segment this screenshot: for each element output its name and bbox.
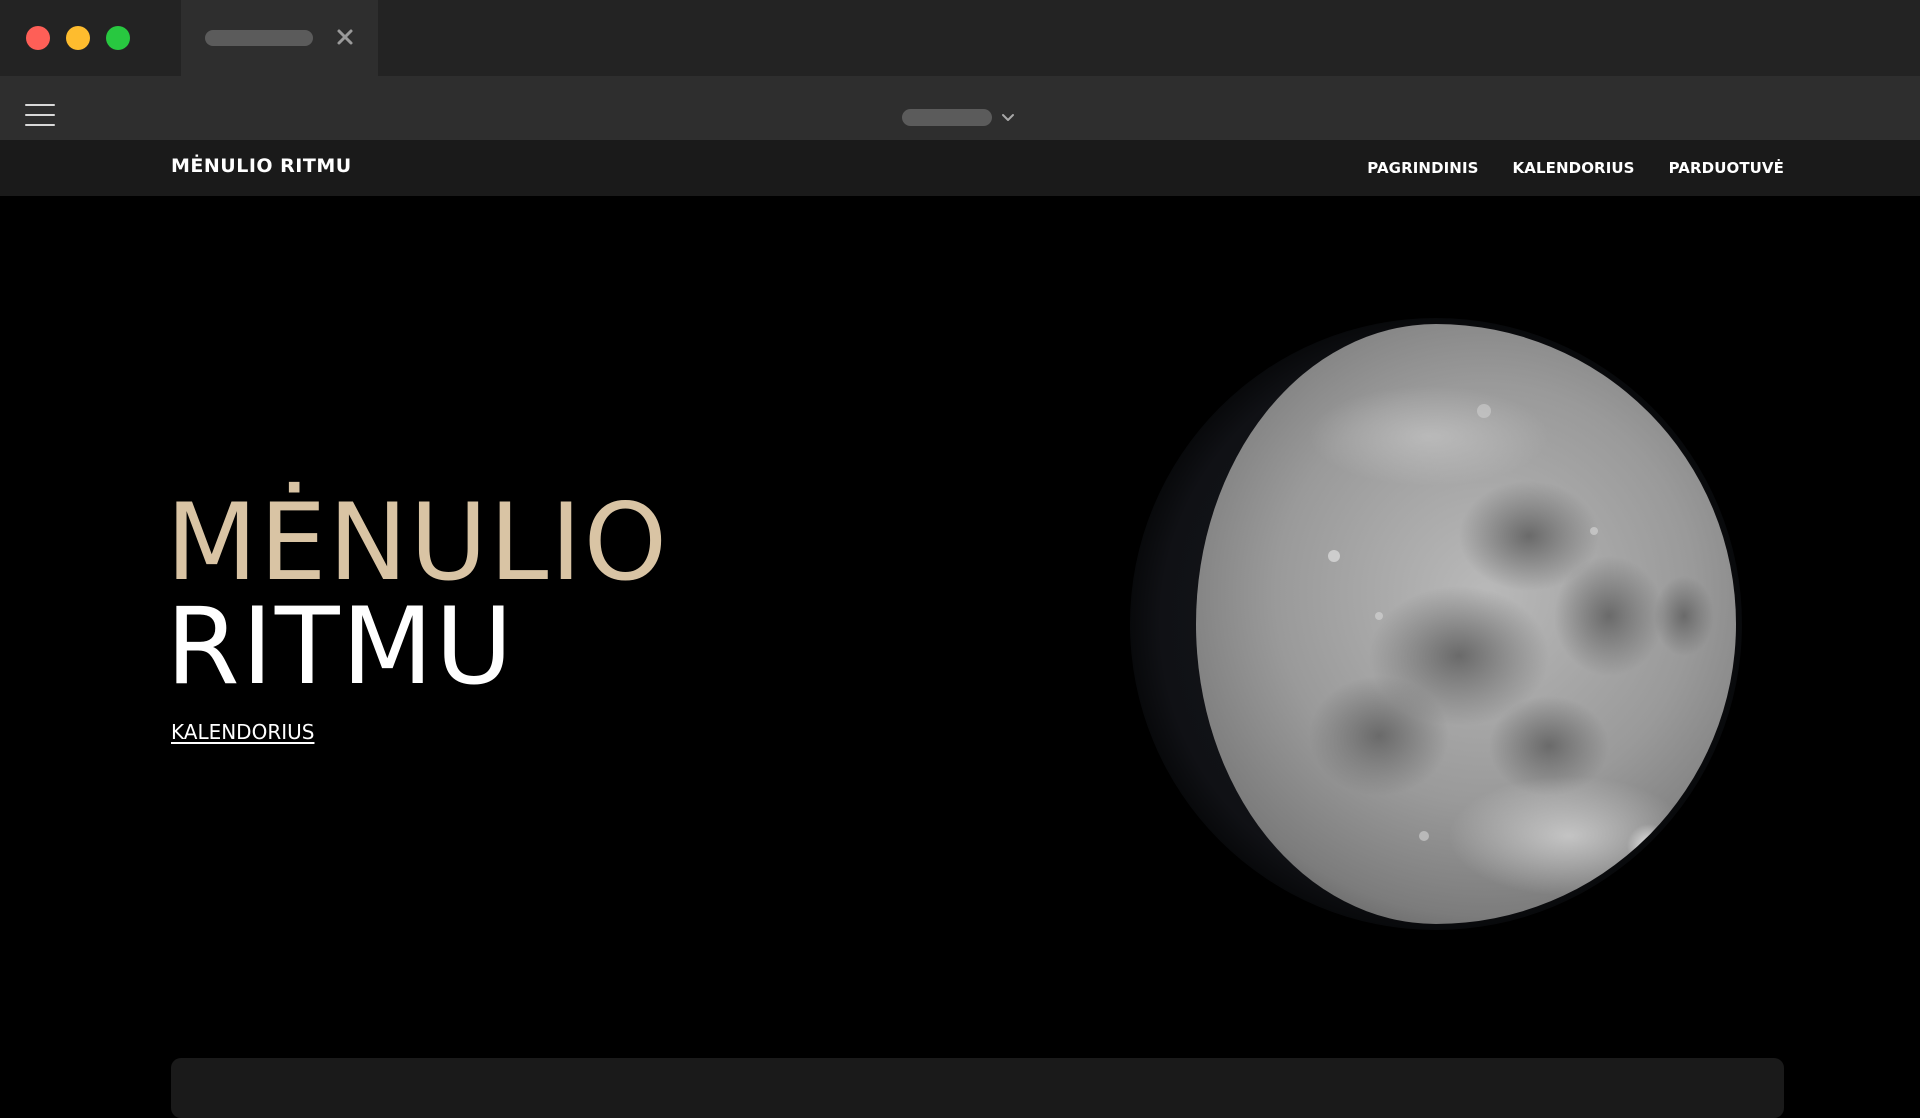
hero-calendar-link[interactable]: KALENDORIUS (171, 720, 314, 744)
address-bar-placeholder[interactable] (902, 109, 992, 126)
close-window-button[interactable] (26, 26, 50, 50)
hero-section: MĖNULIO RITMU KALENDORIUS (0, 196, 1920, 1118)
hero-title-line2: RITMU (166, 585, 515, 708)
chevron-down-icon[interactable] (1000, 110, 1016, 126)
nav-item-kalendorius[interactable]: KALENDORIUS (1513, 159, 1635, 177)
browser-tab[interactable] (181, 0, 378, 76)
tab-title-placeholder (205, 30, 313, 46)
content-card (171, 1058, 1784, 1118)
nav-item-parduotuve[interactable]: PARDUOTUVĖ (1669, 159, 1784, 177)
main-nav: PAGRINDINIS KALENDORIUS PARDUOTUVĖ (1367, 159, 1784, 177)
nav-item-pagrindinis[interactable]: PAGRINDINIS (1367, 159, 1478, 177)
site-header: MĖNULIO RITMU PAGRINDINIS KALENDORIUS PA… (0, 140, 1920, 196)
window-titlebar (0, 0, 1920, 76)
close-icon[interactable] (332, 24, 358, 50)
browser-toolbar (0, 76, 1920, 140)
site-logo-text[interactable]: MĖNULIO RITMU (171, 155, 352, 177)
minimize-window-button[interactable] (66, 26, 90, 50)
menu-icon[interactable] (25, 102, 55, 128)
hero-title-line1: MĖNULIO (166, 481, 670, 604)
moon-image (1130, 318, 1742, 930)
zoom-window-button[interactable] (106, 26, 130, 50)
